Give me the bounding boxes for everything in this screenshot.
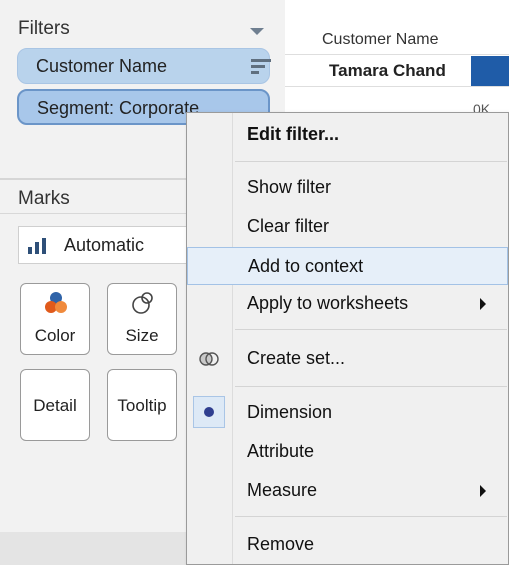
marks-title: Marks [18, 188, 70, 209]
chevron-right-icon [480, 485, 486, 497]
color-icon [43, 290, 69, 316]
filter-pill-label: Segment: Corporate [37, 98, 200, 118]
bar-chart-icon [28, 238, 50, 254]
color-label: Color [34, 326, 76, 345]
menu-separator [235, 516, 507, 517]
chevron-right-icon [480, 298, 486, 310]
detail-button[interactable]: Detail [20, 369, 90, 441]
filter-pill-label: Customer Name [36, 56, 168, 76]
menu-item-label: Dimension [247, 402, 333, 422]
row-header: Tamara Chand [329, 61, 446, 80]
menu-item-label: Measure [247, 480, 318, 500]
menu-item-label: Show filter [247, 177, 332, 197]
menu-item-create-set[interactable]: Create set... [187, 340, 508, 378]
menu-item-label: Create set... [247, 348, 346, 368]
sort-descending-icon [251, 59, 271, 75]
menu-item-label: Edit filter... [247, 124, 340, 144]
menu-separator [235, 161, 507, 162]
menu-item-label: Add to context [248, 256, 364, 276]
tooltip-label: Tooltip [117, 396, 167, 415]
menu-item-remove[interactable]: Remove [187, 526, 508, 564]
menu-item-add-to-context[interactable]: Add to context [187, 247, 508, 285]
menu-item-edit-filter[interactable]: Edit filter... [187, 116, 508, 154]
menu-item-apply-to-worksheets[interactable]: Apply to worksheets [187, 285, 508, 323]
tooltip-button[interactable]: Tooltip [107, 369, 177, 441]
context-menu: Edit filter... Show filter Clear filter … [186, 112, 509, 565]
menu-item-show-filter[interactable]: Show filter [187, 169, 508, 207]
size-label: Size [125, 326, 159, 345]
menu-item-label: Attribute [247, 441, 315, 461]
filters-card-header: Filters [0, 10, 280, 44]
menu-item-label: Remove [247, 534, 315, 554]
filter-pill-customer-name[interactable]: Customer Name [17, 48, 271, 84]
radio-dot-icon [193, 396, 225, 428]
mark-type-label: Automatic [64, 235, 145, 255]
caret-down-icon[interactable] [250, 28, 264, 35]
bar-mark[interactable] [471, 56, 509, 86]
divider [285, 86, 509, 87]
menu-item-attribute[interactable]: Attribute [187, 433, 508, 471]
menu-separator [235, 329, 507, 330]
menu-separator [235, 386, 507, 387]
set-icon [199, 350, 219, 368]
size-button[interactable]: Size [107, 283, 177, 355]
menu-item-label: Clear filter [247, 216, 330, 236]
column-header: Customer Name [322, 31, 439, 48]
divider [285, 54, 509, 55]
menu-item-measure[interactable]: Measure [187, 472, 508, 510]
menu-item-clear-filter[interactable]: Clear filter [187, 208, 508, 246]
menu-item-label: Apply to worksheets [247, 293, 409, 313]
menu-item-dimension[interactable]: Dimension [187, 394, 508, 432]
color-button[interactable]: Color [20, 283, 90, 355]
radio-dot [204, 407, 214, 417]
filters-title: Filters [18, 18, 70, 39]
size-icon [130, 290, 156, 316]
detail-label: Detail [33, 396, 77, 415]
